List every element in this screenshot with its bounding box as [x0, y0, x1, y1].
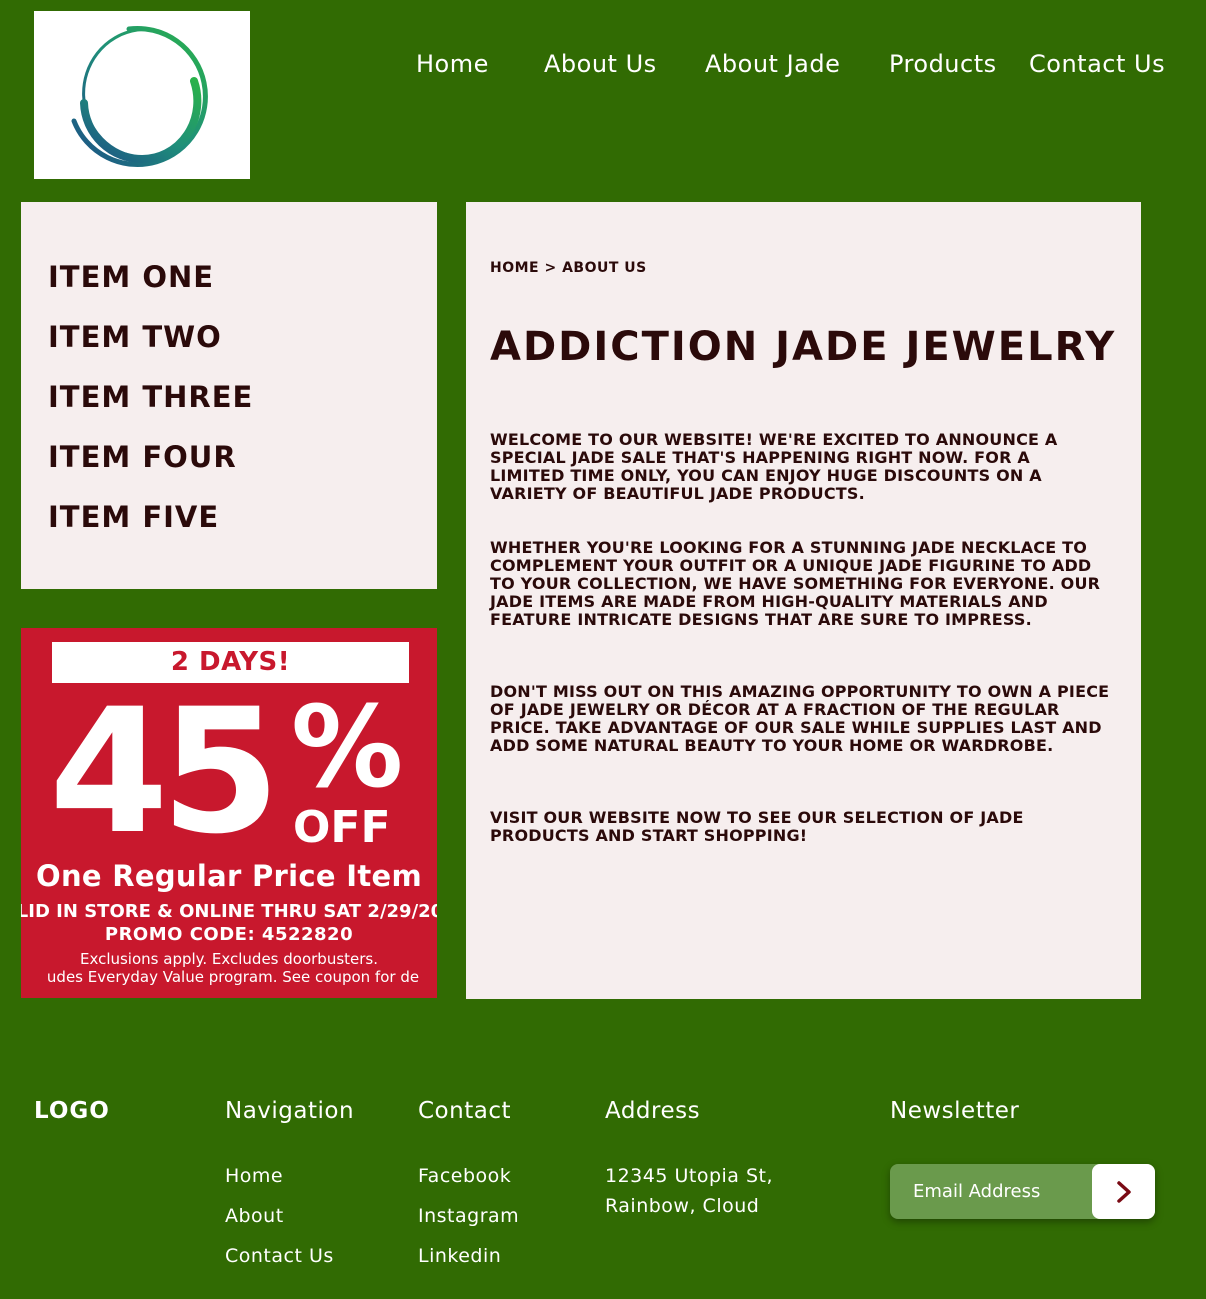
promo-off-label: OFF — [293, 802, 391, 853]
nav-about-jade[interactable]: About Jade — [705, 50, 840, 78]
site-logo[interactable] — [34, 11, 250, 179]
nav-home[interactable]: Home — [416, 50, 489, 78]
newsletter-form — [890, 1164, 1155, 1219]
footer-link-contact-us[interactable]: Contact Us — [225, 1245, 334, 1267]
sidebar-item-two[interactable]: ITEM TWO — [48, 320, 222, 354]
nav-products[interactable]: Products — [889, 50, 997, 78]
footer-link-facebook[interactable]: Facebook — [418, 1165, 511, 1187]
footer-contact-heading: Contact — [418, 1098, 511, 1124]
footer-address-heading: Address — [605, 1098, 701, 1124]
newsletter-email-input[interactable] — [890, 1164, 1092, 1219]
content-paragraph: WHETHER YOU'RE LOOKING FOR A STUNNING JA… — [490, 538, 1101, 629]
promo-banner[interactable]: 2 DAYS! 45 % OFF One Regular Price Item … — [21, 628, 437, 998]
sidebar-item-three[interactable]: ITEM THREE — [48, 380, 253, 414]
content-paragraph: WELCOME TO OUR WEBSITE! WE'RE EXCITED TO… — [490, 430, 1058, 503]
sidebar-item-five[interactable]: ITEM FIVE — [48, 500, 219, 534]
nav-about-us[interactable]: About Us — [544, 50, 657, 78]
main-content: HOME > ABOUT US ADDICTION JADE JEWELRY W… — [466, 202, 1141, 999]
sidebar-item-four[interactable]: ITEM FOUR — [48, 440, 237, 474]
promo-fine-print: udes Everyday Value program. See coupon … — [46, 968, 420, 986]
ring-logo-icon — [71, 25, 208, 167]
newsletter-submit-button[interactable] — [1092, 1164, 1155, 1219]
footer-navigation-heading: Navigation — [225, 1098, 355, 1124]
promo-code: PROMO CODE: 4522820 — [104, 924, 354, 945]
footer-link-linkedin[interactable]: Linkedin — [418, 1245, 501, 1267]
footer-link-home[interactable]: Home — [225, 1165, 283, 1187]
promo-discount-number: 45 — [49, 671, 280, 872]
footer-newsletter-heading: Newsletter — [890, 1098, 1020, 1124]
footer-link-about[interactable]: About — [225, 1205, 284, 1227]
page-title: ADDICTION JADE JEWELRY — [490, 324, 1117, 370]
nav-contact-us[interactable]: Contact Us — [1029, 50, 1165, 78]
breadcrumb[interactable]: HOME > ABOUT US — [490, 260, 647, 276]
footer-address-line: 12345 Utopia St, — [605, 1165, 774, 1187]
content-paragraph: VISIT OUR WEBSITE NOW TO SEE OUR SELECTI… — [490, 808, 1024, 845]
promo-headline: One Regular Price Item — [36, 859, 422, 893]
footer-link-instagram[interactable]: Instagram — [418, 1205, 519, 1227]
chevron-right-icon — [1116, 1180, 1131, 1203]
footer-address-line: Rainbow, Cloud — [605, 1195, 760, 1217]
promo-percent-sign: % — [291, 683, 404, 813]
promo-exclusions: Exclusions apply. Excludes doorbusters. — [79, 950, 379, 968]
sidebar-menu: ITEM ONE ITEM TWO ITEM THREE ITEM FOUR I… — [21, 202, 437, 589]
sidebar-item-one[interactable]: ITEM ONE — [48, 260, 214, 294]
content-paragraph: DON'T MISS OUT ON THIS AMAZING OPPORTUNI… — [490, 682, 1110, 755]
footer-logo[interactable]: LOGO — [34, 1098, 110, 1124]
promo-validity: LID IN STORE & ONLINE THRU SAT 2/29/20 — [21, 901, 437, 922]
